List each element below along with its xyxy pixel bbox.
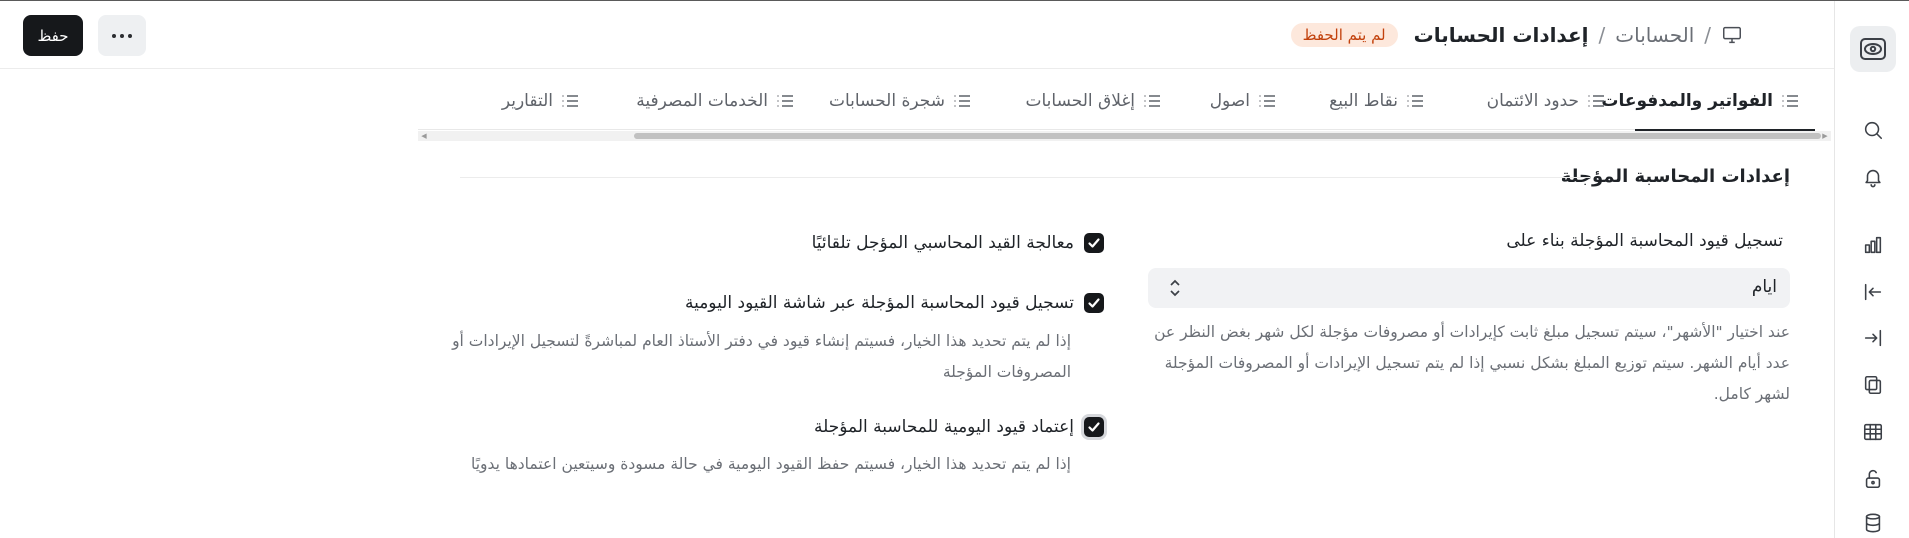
tab-label: الفواتير والمدفوعات	[1601, 91, 1773, 111]
select-value: ايام	[1751, 277, 1777, 297]
list-icon	[1143, 94, 1161, 108]
breadcrumb-parent-link[interactable]: الحسابات	[1615, 23, 1694, 47]
more-dot-icon	[128, 33, 132, 38]
monitor-icon[interactable]	[1721, 24, 1743, 46]
tab-invoices-payments[interactable]: الفواتير والمدفوعات	[1601, 86, 1799, 116]
documents-icon[interactable]	[1861, 373, 1885, 397]
more-actions-button[interactable]	[98, 15, 146, 56]
tab-label: شجرة الحسابات	[828, 91, 945, 111]
tab-reports[interactable]: التقارير	[502, 86, 579, 116]
tab-credit-limits[interactable]: حدود الائتمان	[1487, 86, 1605, 116]
tab-pos[interactable]: نقاط البيع	[1329, 86, 1424, 116]
more-dot-icon	[112, 33, 116, 38]
chevron-up-down-icon	[1168, 278, 1182, 298]
list-icon	[1258, 94, 1276, 108]
right-sidebar	[1834, 1, 1909, 538]
breadcrumb-separator: /	[1598, 23, 1606, 47]
deferred-booking-help: عند اختيار "الأشهر"، سيتم تسجيل مبلغ ثاب…	[1154, 323, 1790, 403]
tab-assets[interactable]: اصول	[1210, 86, 1276, 116]
tab-label: نقاط البيع	[1329, 91, 1398, 111]
tab-banking[interactable]: الخدمات المصرفية	[636, 86, 794, 116]
bell-icon[interactable]	[1861, 165, 1885, 189]
list-icon	[1781, 94, 1799, 108]
scroll-left-arrow-icon[interactable]: ◀	[419, 131, 429, 141]
tab-chart-of-accounts[interactable]: شجرة الحسابات	[829, 86, 971, 116]
deferred-booking-label: تسجيل قيود المحاسبة المؤجلة بناء على	[1506, 231, 1783, 251]
checkbox-label: إعتماد قيود اليومية للمحاسبة المؤجلة	[813, 417, 1074, 437]
database-icon[interactable]	[1861, 511, 1885, 535]
breadcrumb-separator: /	[1704, 23, 1711, 47]
checkbox-help: إذا لم يتم تحديد هذا الخيار، فسيتم إنشاء…	[452, 332, 1071, 381]
arrow-left-to-line-icon[interactable]	[1861, 280, 1885, 304]
submit-journal-checkbox[interactable]	[1084, 417, 1104, 437]
checkbox-help: إذا لم يتم تحديد هذا الخيار، فسيتم حفظ ا…	[470, 455, 1071, 473]
tab-label: إغلاق الحسابات	[1025, 91, 1136, 111]
breadcrumb: لم يتم الحفظ إعدادات الحسابات / الحسابات…	[1290, 22, 1743, 48]
deferred-booking-select[interactable]: ايام	[1148, 268, 1790, 308]
list-icon	[1587, 94, 1605, 108]
table-icon[interactable]	[1861, 420, 1885, 444]
scrollbar-thumb[interactable]	[634, 133, 1821, 139]
section-divider	[460, 177, 1590, 178]
search-icon[interactable]	[1861, 118, 1885, 142]
app-logo-icon[interactable]	[1850, 26, 1896, 72]
list-icon	[953, 94, 971, 108]
list-icon	[561, 94, 579, 108]
auto-process-checkbox[interactable]	[1084, 233, 1104, 253]
tab-label: الخدمات المصرفية	[636, 91, 768, 111]
tab-label: حدود الائتمان	[1486, 91, 1579, 111]
page-title: إعدادات الحسابات	[1413, 23, 1589, 47]
arrow-right-from-line-icon[interactable]	[1861, 326, 1885, 350]
unlock-icon[interactable]	[1861, 467, 1885, 491]
bar-chart-icon[interactable]	[1861, 233, 1885, 257]
section-title: إعدادات المحاسبة المؤجلة	[1560, 166, 1790, 187]
checkbox-row-auto-process[interactable]: معالجة القيد المحاسبي المؤجل تلقائيًا	[812, 230, 1104, 256]
checkbox-row-submit-journal[interactable]: إعتماد قيود اليومية للمحاسبة المؤجلة	[814, 414, 1104, 440]
scroll-right-arrow-icon[interactable]: ▶	[1820, 131, 1830, 141]
save-button[interactable]: حفظ	[23, 15, 83, 56]
list-icon	[1406, 94, 1424, 108]
via-journal-entry-checkbox[interactable]	[1084, 293, 1104, 313]
checkbox-row-via-journal-entry[interactable]: تسجيل قيود المحاسبة المؤجلة عبر شاشة الق…	[685, 290, 1104, 316]
status-badge: لم يتم الحفظ	[1290, 23, 1398, 47]
tab-closing-accounts[interactable]: إغلاق الحسابات	[1026, 86, 1162, 116]
tabs-horizontal-scrollbar[interactable]: ◀ ▶	[418, 131, 1831, 141]
tab-label: التقارير	[501, 91, 553, 111]
tab-bar: الفواتير والمدفوعات حدود الائتمان نقاط ا…	[418, 70, 1815, 130]
checkbox-label: معالجة القيد المحاسبي المؤجل تلقائيًا	[811, 233, 1074, 253]
tab-label: اصول	[1209, 91, 1250, 111]
page-header: حفظ لم يتم الحفظ إعدادات الحسابات / الحس…	[0, 1, 1834, 69]
list-icon	[776, 94, 794, 108]
checkbox-label: تسجيل قيود المحاسبة المؤجلة عبر شاشة الق…	[684, 293, 1074, 313]
more-dot-icon	[120, 33, 124, 38]
